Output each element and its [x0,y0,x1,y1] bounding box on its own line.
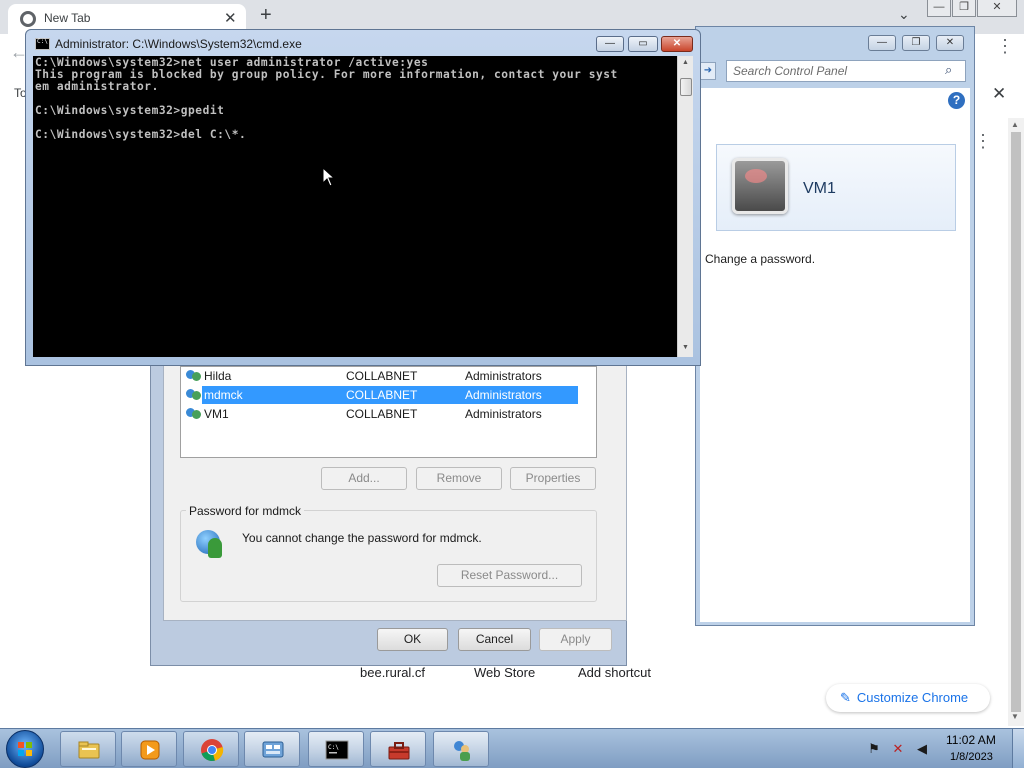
start-button[interactable] [6,730,44,768]
user-list-row[interactable]: Hilda COLLABNET Administrators [184,367,578,385]
show-desktop-button[interactable] [1012,729,1024,768]
user-domain: COLLABNET [346,407,418,421]
shortcut-web-store[interactable]: Web Store [474,665,535,680]
taskbar-user-accounts-button[interactable] [433,731,489,767]
clock-time[interactable]: 11:02 AM [946,733,996,747]
customize-chrome-button[interactable]: ✎ Customize Chrome [826,684,990,712]
customize-chrome-label: Customize Chrome [856,690,969,705]
taskbar-chrome-button[interactable] [183,731,239,767]
cp-maximize-button[interactable]: ❐ [902,35,930,51]
shortcut-bee-rural[interactable]: bee.rural.cf [360,665,425,680]
reset-password-button[interactable]: Reset Password... [437,564,582,587]
scrollbar-thumb[interactable] [680,78,692,96]
password-message: You cannot change the password for mdmck… [242,531,482,545]
user-avatar-icon [732,158,788,214]
cmd-icon [35,38,50,50]
scroll-down-icon[interactable]: ▼ [1011,712,1019,721]
scroll-up-icon[interactable]: ▲ [1011,120,1019,129]
add-user-button[interactable]: Add... [321,467,407,490]
action-center-icon[interactable]: ⚑ [866,741,882,757]
volume-icon[interactable]: ◀ [914,741,930,757]
cmd-window-title: Administrator: C:\Windows\System32\cmd.e… [55,37,302,51]
user-name: VM1 [204,407,229,421]
taskbar-cmd-button[interactable]: C:\ [308,731,364,767]
close-icon[interactable]: ✕ [992,84,1006,104]
scroll-down-icon[interactable]: ▼ [682,344,689,351]
cmd-console[interactable]: C:\Windows\system32>net user administrat… [33,56,677,357]
taskbar-toolbox-button[interactable] [370,731,426,767]
tab-close-icon[interactable]: ✕ [224,9,237,27]
scrollbar-thumb[interactable] [1011,132,1021,712]
ok-button[interactable]: OK [377,628,448,651]
svg-text:C:\: C:\ [328,744,339,751]
user-list-row-selected[interactable]: mdmck COLLABNET Administrators [202,386,578,404]
taskbar-media-player-button[interactable] [121,731,177,767]
cancel-button[interactable]: Cancel [458,628,531,651]
chrome-minimize-button[interactable]: — [927,0,951,17]
toolbox-icon [388,742,410,760]
taskbar-explorer-button[interactable] [60,731,116,767]
user-domain: COLLABNET [346,388,418,402]
user-list-row[interactable]: VM1 COLLABNET Administrators [184,405,578,423]
chrome-icon [201,739,224,762]
page-scrollbar[interactable]: ▲ ▼ [1008,118,1024,726]
taskbar-control-panel-button[interactable] [244,731,300,767]
cp-search-input[interactable]: Search Control Panel [726,60,966,82]
more-options-icon[interactable]: ⋮ [974,132,992,150]
user-globe-icon [196,530,228,562]
user-group-icon [186,387,202,403]
explorer-icon [78,741,100,759]
user-name: mdmck [204,388,243,402]
media-player-icon [140,740,160,760]
cmd-minimize-button[interactable]: — [596,36,624,52]
change-password-link[interactable]: Change a password. [705,252,815,266]
user-accounts-icon [454,741,470,761]
scroll-up-icon[interactable]: ▲ [682,59,689,66]
cp-user-name: VM1 [803,180,836,197]
cp-nav-arrow-icon[interactable]: ➜ [700,62,716,80]
properties-button[interactable]: Properties [510,467,596,490]
search-icon[interactable]: ⌕ [945,62,952,78]
console-line: em administrator. [35,80,159,93]
cp-close-button[interactable]: ✕ [936,35,964,51]
mouse-pointer-icon [322,167,336,187]
chrome-favicon-icon [20,11,36,27]
tab-search-chevron-icon[interactable]: ⌄ [898,6,910,23]
windows-logo-icon [18,742,32,756]
shortcut-add[interactable]: Add shortcut [578,665,651,680]
chrome-menu-icon[interactable]: ⋮ [996,37,1014,55]
help-icon[interactable]: ? [948,92,965,109]
console-line: C:\Windows\system32>del C:\*. [35,128,247,141]
chrome-restore-button[interactable]: ❐ [952,0,976,17]
user-group: Administrators [465,407,542,421]
cmd-close-button[interactable]: ✕ [661,36,693,52]
user-group: Administrators [465,388,542,402]
pencil-icon: ✎ [840,690,851,705]
tab-title: New Tab [44,11,91,25]
cmd-maximize-button[interactable]: ▭ [628,36,658,52]
remove-user-button[interactable]: Remove [416,467,502,490]
user-domain: COLLABNET [346,369,418,383]
cp-minimize-button[interactable]: — [868,35,896,51]
control-panel-icon [262,741,284,758]
chrome-close-button[interactable]: ✕ [977,0,1017,17]
password-group-title: Password for mdmck [186,504,305,518]
network-icon[interactable]: ✕ [890,741,906,757]
cmd-scrollbar[interactable]: ▲ ▼ [677,56,693,357]
console-line: C:\Windows\system32>gpedit [35,104,225,117]
clock-date[interactable]: 1/8/2023 [950,751,993,763]
new-tab-button[interactable]: + [260,4,272,27]
password-group-box [180,510,597,602]
apply-button[interactable]: Apply [539,628,612,651]
cmd-icon: C:\ [325,740,349,760]
user-group: Administrators [465,369,542,383]
user-name: Hilda [204,369,232,383]
